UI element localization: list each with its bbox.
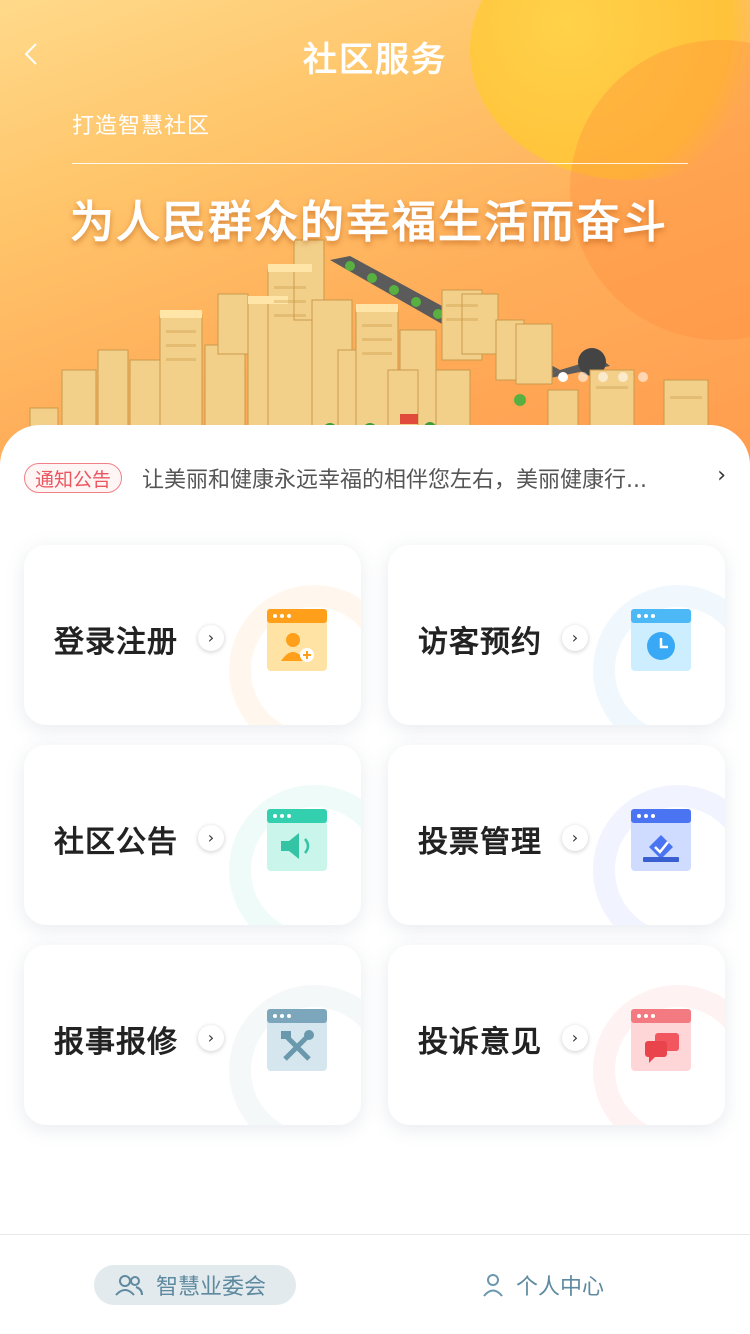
service-label: 登录注册 xyxy=(54,625,178,660)
service-card-repair[interactable]: 报事报修 › xyxy=(24,945,361,1125)
banner-subtitle: 打造智慧社区 xyxy=(72,114,211,139)
notice-bar[interactable]: 通知公告 让美丽和健康永远幸福的相伴您左右，美丽健康行... › xyxy=(24,461,730,495)
chevron-right-icon[interactable]: › xyxy=(198,625,224,651)
tab-profile[interactable]: 个人中心 xyxy=(482,1265,604,1305)
service-label: 投票管理 xyxy=(418,825,542,860)
service-card-visitor[interactable]: 访客预约 › xyxy=(388,545,725,725)
vote-icon xyxy=(631,809,691,871)
chevron-right-icon[interactable]: › xyxy=(562,825,588,851)
chevron-right-icon[interactable]: › xyxy=(198,825,224,851)
banner-divider xyxy=(72,163,688,164)
chevron-right-icon[interactable]: › xyxy=(198,1025,224,1051)
tab-label: 个人中心 xyxy=(516,1275,605,1300)
service-label: 报事报修 xyxy=(54,1025,178,1060)
chat-icon xyxy=(631,1009,691,1071)
service-card-login[interactable]: 登录注册 › xyxy=(24,545,361,725)
chevron-right-icon[interactable]: › xyxy=(562,625,588,651)
carousel-dot[interactable] xyxy=(598,372,608,382)
service-label: 投诉意见 xyxy=(418,1025,542,1060)
service-card-complaint[interactable]: 投诉意见 › xyxy=(388,945,725,1125)
carousel-dot[interactable] xyxy=(558,372,568,382)
service-label: 访客预约 xyxy=(418,625,542,660)
carousel-dot[interactable] xyxy=(638,372,648,382)
chevron-right-icon[interactable]: › xyxy=(717,463,726,488)
person-icon xyxy=(483,1274,503,1297)
notice-text: 让美丽和健康永远幸福的相伴您左右，美丽健康行... xyxy=(142,468,647,493)
carousel-dot[interactable] xyxy=(618,372,628,382)
page-title: 社区服务 xyxy=(303,40,447,80)
tab-smart-committee[interactable]: 智慧业委会 xyxy=(94,1265,296,1305)
clock-icon xyxy=(631,609,691,671)
banner-slogan: 为人民群众的幸福生活而奋斗 xyxy=(70,197,668,248)
carousel-indicator xyxy=(558,372,648,382)
notice-badge: 通知公告 xyxy=(24,463,123,493)
people-icon xyxy=(115,1275,143,1296)
tab-label: 智慧业委会 xyxy=(156,1275,267,1300)
banner: 社区服务 打造智慧社区 为人民群众的幸福生活而奋斗 xyxy=(0,0,750,470)
tools-icon xyxy=(267,1009,327,1071)
user-add-icon xyxy=(267,609,327,671)
carousel-dot[interactable] xyxy=(578,372,588,382)
service-card-vote[interactable]: 投票管理 › xyxy=(388,745,725,925)
chevron-right-icon[interactable]: › xyxy=(562,1025,588,1051)
service-label: 社区公告 xyxy=(54,825,178,860)
speaker-icon xyxy=(267,809,327,871)
tab-bar: 智慧业委会 个人中心 xyxy=(0,1234,750,1334)
service-card-announcement[interactable]: 社区公告 › xyxy=(24,745,361,925)
